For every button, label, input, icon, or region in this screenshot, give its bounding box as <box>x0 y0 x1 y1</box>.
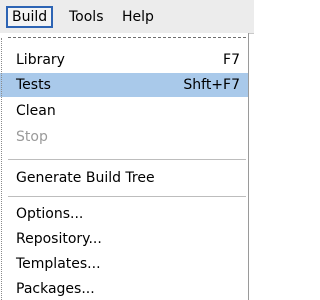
menu-build-label: Build <box>12 9 48 25</box>
menu-help-label: Help <box>122 9 154 25</box>
clean-label: Clean <box>16 103 56 119</box>
menu-item-packages[interactable]: Packages... <box>0 277 248 300</box>
repository-label: Repository... <box>16 231 102 247</box>
menu-build[interactable]: Build <box>6 6 54 28</box>
tearoff-line[interactable] <box>8 37 246 38</box>
menu-item-library[interactable]: Library F7 <box>0 48 248 72</box>
menu-tools[interactable]: Tools <box>65 6 108 28</box>
menu-item-tests[interactable]: Tests Shft+F7 <box>0 73 248 97</box>
tests-shortcut: Shft+F7 <box>183 77 240 93</box>
options-label: Options... <box>16 206 84 222</box>
menu-item-generate-build-tree[interactable]: Generate Build Tree <box>0 166 248 190</box>
menu-help[interactable]: Help <box>118 6 158 28</box>
menu-tools-label: Tools <box>69 9 104 25</box>
menu-item-stop: Stop <box>0 125 248 149</box>
generate-build-tree-label: Generate Build Tree <box>16 170 155 186</box>
packages-label: Packages... <box>16 281 95 297</box>
menu-separator <box>8 196 246 197</box>
menu-edge-rail <box>1 38 5 300</box>
stop-label: Stop <box>16 129 48 145</box>
menu-item-repository[interactable]: Repository... <box>0 227 248 251</box>
menu-item-templates[interactable]: Templates... <box>0 252 248 276</box>
templates-label: Templates... <box>16 256 101 272</box>
menu-separator <box>8 159 246 160</box>
menu-bar: Build Tools Help <box>0 0 254 34</box>
build-dropdown: Library F7 Tests Shft+F7 Clean Stop Gene… <box>0 33 249 300</box>
menu-item-options[interactable]: Options... <box>0 202 248 226</box>
menu-item-clean[interactable]: Clean <box>0 99 248 123</box>
build-menu-screen: Build Tools Help Library F7 Tests Shft+F… <box>0 0 254 300</box>
tests-label: Tests <box>16 77 51 93</box>
library-label: Library <box>16 52 65 68</box>
library-shortcut: F7 <box>223 52 240 68</box>
